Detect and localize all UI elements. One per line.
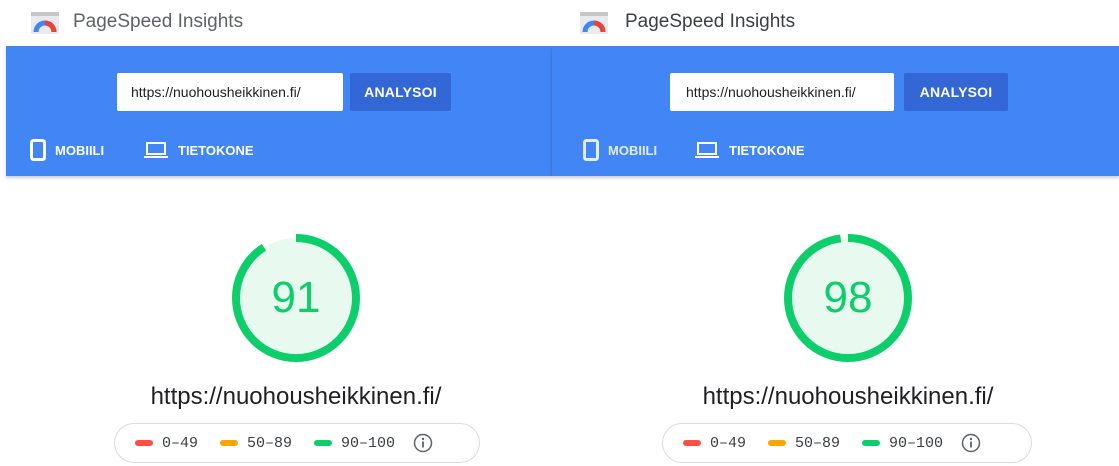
search-bar: ANALYSOI MOBIILI TIETOKONE: [6, 46, 552, 176]
search-bar: ANALYSOI MOBIILI TIETOKONE: [552, 46, 1119, 176]
legend-item-average: 50–89: [768, 435, 840, 452]
legend-label-fail: 0–49: [710, 434, 747, 452]
pagespeed-logo-icon: [580, 12, 608, 34]
url-input[interactable]: [117, 73, 343, 111]
tab-mobile[interactable]: MOBIILI: [30, 138, 104, 162]
tab-mobile[interactable]: MOBIILI: [583, 138, 657, 162]
legend-item-pass: 90–100: [314, 435, 395, 452]
legend-swatch-green: [314, 440, 333, 446]
analyze-button[interactable]: ANALYSOI: [904, 73, 1008, 111]
analyzed-url: https://nuohousheikkinen.fi/: [702, 383, 994, 410]
tab-mobile-label: MOBIILI: [608, 142, 658, 158]
app-title: PageSpeed Insights: [73, 11, 244, 32]
laptop-icon: [695, 142, 719, 158]
legend-swatch-green: [862, 440, 881, 446]
score-legend: 0–49 50–89 90–100: [114, 423, 480, 463]
pagespeed-logo-icon: [31, 12, 59, 34]
tab-desktop[interactable]: TIETOKONE: [143, 138, 254, 162]
legend-label-pass: 90–100: [889, 434, 944, 452]
legend-item-average: 50–89: [220, 435, 292, 452]
tab-mobile-label: MOBIILI: [55, 142, 105, 158]
url-input[interactable]: [670, 73, 894, 111]
app-title: PageSpeed Insights: [625, 11, 796, 32]
legend-label-average: 50–89: [795, 434, 841, 452]
score-value: 91: [271, 273, 321, 322]
laptop-icon: [144, 142, 168, 158]
phone-icon: [30, 139, 46, 161]
analyze-button[interactable]: ANALYSOI: [350, 73, 451, 111]
legend-item-fail: 0–49: [683, 435, 746, 452]
legend-swatch-orange: [220, 440, 239, 446]
legend-item-pass: 90–100: [862, 435, 943, 452]
app-header: PageSpeed Insights: [0, 0, 552, 46]
tab-desktop[interactable]: TIETOKONE: [694, 138, 805, 162]
analyzed-url: https://nuohousheikkinen.fi/: [150, 383, 442, 410]
tab-desktop-label: TIETOKONE: [729, 142, 805, 158]
app-header: PageSpeed Insights: [552, 0, 1119, 46]
legend-label-average: 50–89: [247, 434, 293, 452]
legend-label-pass: 90–100: [341, 434, 396, 452]
legend-label-fail: 0–49: [162, 434, 199, 452]
legend-swatch-red: [135, 440, 153, 446]
score-legend: 0–49 50–89 90–100: [662, 423, 1032, 463]
pagespeed-panel-right: PageSpeed Insights ANALYSOI MOBIILI TIET…: [552, 0, 1119, 466]
info-icon[interactable]: [961, 433, 981, 453]
score-value: 98: [823, 273, 873, 322]
info-icon[interactable]: [413, 433, 433, 453]
tab-desktop-label: TIETOKONE: [178, 142, 254, 158]
legend-item-fail: 0–49: [135, 435, 198, 452]
legend-swatch-red: [683, 440, 701, 446]
phone-icon: [583, 139, 599, 161]
legend-swatch-orange: [768, 440, 787, 446]
pagespeed-panel-left: PageSpeed Insights ANALYSOI MOBIILI TIET…: [0, 0, 552, 466]
